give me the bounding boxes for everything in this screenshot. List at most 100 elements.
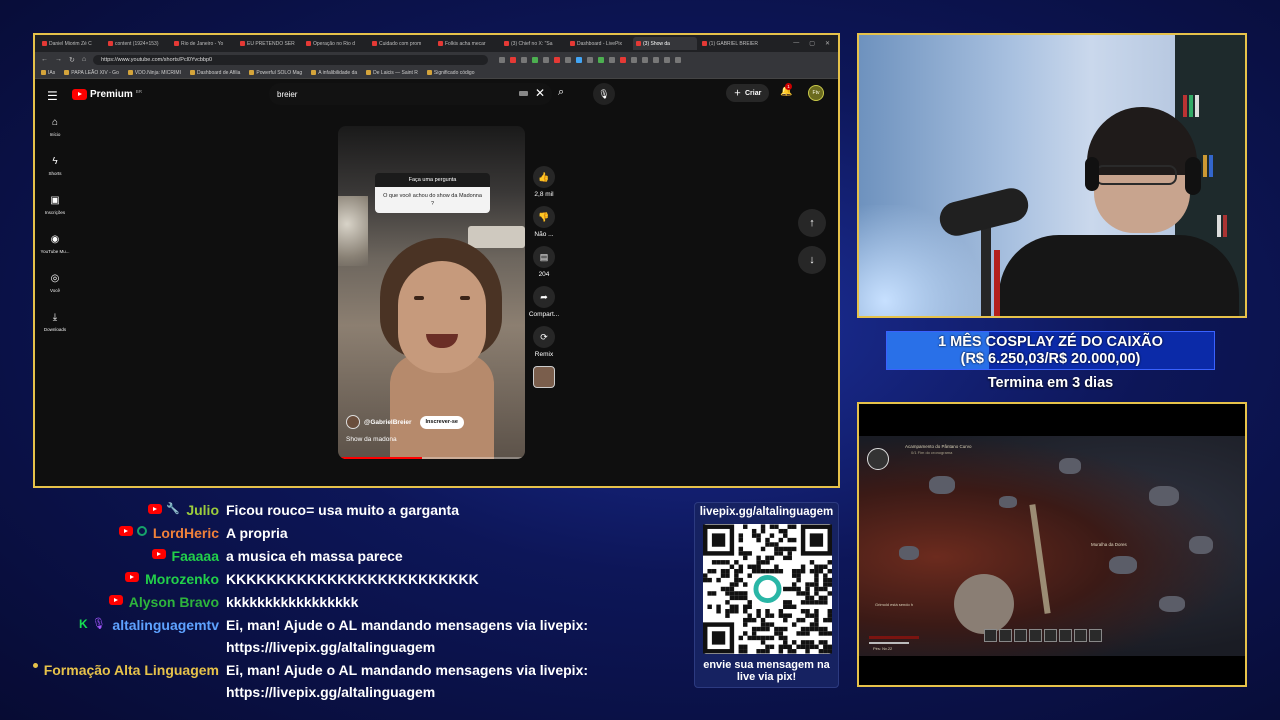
search-input[interactable]: breier ✕ xyxy=(269,83,552,105)
short-action[interactable]: ➦ Compart... xyxy=(527,286,561,318)
browser-tab[interactable]: (3) Chief no X: "Sa xyxy=(501,37,565,50)
account-avatar[interactable]: Ftv xyxy=(808,85,824,101)
question-body: O que você achou do show da Madonna ? xyxy=(375,187,490,213)
share-icon[interactable]: ➦ xyxy=(533,286,555,308)
keyboard-icon[interactable] xyxy=(519,91,528,96)
notifications-icon[interactable]: 🔔 1 xyxy=(780,83,792,97)
hamburger-menu-icon[interactable]: ☰ xyxy=(47,89,58,103)
bookmark-item[interactable]: De Laicis — Saint R xyxy=(366,70,418,76)
extension-icon[interactable] xyxy=(587,56,594,63)
browser-tab[interactable]: content (1924×153) xyxy=(105,37,169,50)
extension-icon[interactable] xyxy=(653,56,660,63)
short-action[interactable]: 👍 2,8 mil xyxy=(527,166,561,198)
bookmark-item[interactable]: A infalibilidade da xyxy=(311,70,357,76)
extension-icon[interactable] xyxy=(554,56,561,63)
extension-icon[interactable] xyxy=(609,56,616,63)
bookmark-item[interactable]: IAs xyxy=(41,70,55,76)
mic-badge-icon: 🎙 xyxy=(91,618,106,630)
bookmark-item[interactable]: PAPA LEÃO XIV - Go xyxy=(64,70,119,76)
clear-search-icon[interactable]: ✕ xyxy=(535,86,545,100)
sound-thumbnail[interactable] xyxy=(533,366,555,388)
bot-badge-icon xyxy=(33,663,38,668)
video-caption[interactable]: Show da madona xyxy=(346,436,397,443)
extension-icon[interactable] xyxy=(543,56,550,63)
browser-tab[interactable]: Daniel Miorim Zé C xyxy=(39,37,103,50)
bookmark-item[interactable]: Significado código xyxy=(426,70,474,76)
browser-tab[interactable]: (1) GABRIEL BREIER xyxy=(699,37,763,50)
subscribe-button[interactable]: Inscrever-se xyxy=(419,415,464,429)
browser-tab[interactable]: Folkis acha mecar xyxy=(435,37,499,50)
channel-avatar[interactable] xyxy=(346,415,360,429)
create-label: Criar xyxy=(745,89,762,97)
channel-name[interactable]: @GabrielBreier xyxy=(364,419,412,426)
browser-tab[interactable]: Rio de Janeiro - Yo xyxy=(171,37,235,50)
short-action[interactable]: ▤ 204 xyxy=(527,246,561,278)
sidenav-item[interactable]: ⌂ Início xyxy=(35,113,75,152)
extension-icon[interactable] xyxy=(510,56,517,63)
dislike-icon[interactable]: 👎 xyxy=(533,206,555,228)
forward-icon[interactable]: → xyxy=(55,56,62,63)
bookmark-icon xyxy=(249,70,255,75)
next-short-arrow-icon[interactable]: ↓ xyxy=(798,246,826,274)
tab-favicon-icon xyxy=(438,41,443,46)
sidenav-item[interactable]: ◎ Você xyxy=(35,269,75,308)
extension-icon[interactable] xyxy=(642,56,649,63)
tab-favicon-icon xyxy=(504,41,509,46)
remix-icon[interactable]: ⟳ xyxy=(533,326,555,348)
logo-text: Premium xyxy=(90,89,133,100)
like-icon[interactable]: 👍 xyxy=(533,166,555,188)
browser-tab[interactable]: Dashboard - LivePix xyxy=(567,37,631,50)
sidenav-item[interactable]: ⤓ Downloads xyxy=(35,308,75,347)
extension-icon[interactable] xyxy=(565,56,572,63)
shorts-icon: ϟ xyxy=(52,156,58,167)
short-action[interactable]: ⟳ Remix xyxy=(527,326,561,358)
subscriptions-icon: ▣ xyxy=(50,195,60,206)
tab-favicon-icon xyxy=(702,41,707,46)
close-icon[interactable]: ✕ xyxy=(825,40,830,47)
back-icon[interactable]: ← xyxy=(41,56,48,63)
tab-favicon-icon xyxy=(108,41,113,46)
extension-icon[interactable] xyxy=(620,56,627,63)
chat-badges xyxy=(119,526,147,536)
extension-icon[interactable] xyxy=(664,56,671,63)
sidenav-item[interactable]: ϟ Shorts xyxy=(35,152,75,191)
youtube-music-icon: ◉ xyxy=(50,234,60,245)
bookmark-item[interactable]: VDO.Ninja: MICRIMI xyxy=(127,70,181,76)
comment-icon[interactable]: ▤ xyxy=(533,246,555,268)
search-icon[interactable]: ⌕ xyxy=(558,86,564,99)
browser-tab[interactable]: EU PRETENDO SER xyxy=(237,37,301,50)
hotbar-slot xyxy=(999,629,1012,642)
short-action[interactable]: 👎 Não ... xyxy=(527,206,561,238)
mic-arm xyxy=(981,225,991,316)
extension-icon[interactable] xyxy=(521,56,528,63)
extension-icon[interactable] xyxy=(598,56,605,63)
video-progress-bar[interactable] xyxy=(338,457,525,459)
voice-search-icon[interactable]: 🎙 xyxy=(593,83,615,105)
bookmark-item[interactable]: Dashboard de Afilia xyxy=(189,70,240,76)
extension-icon[interactable] xyxy=(576,56,583,63)
tab-bar: Daniel Miorim Zé C content (1924×153) Rio … xyxy=(35,35,838,52)
maximize-icon[interactable]: ▢ xyxy=(809,40,815,47)
chat-badges xyxy=(152,549,166,559)
tab-favicon-icon xyxy=(636,41,641,46)
extension-icon[interactable] xyxy=(631,56,638,63)
browser-tab[interactable]: Cuidado com prom xyxy=(369,37,433,50)
sidenav-item[interactable]: ▣ Inscrições xyxy=(35,191,75,230)
tab-favicon-icon xyxy=(570,41,575,46)
browser-tab[interactable]: (3) Show da xyxy=(633,37,697,50)
sidenav-item[interactable]: ◉ YouTube Mu... xyxy=(35,230,75,269)
bookmark-item[interactable]: Powerful SOLO Mag xyxy=(249,70,302,76)
create-button[interactable]: ＋ Criar xyxy=(726,84,770,102)
home-nav-icon[interactable]: ⌂ xyxy=(82,56,86,63)
livepix-qr-panel: livepix.gg/altalinguagem envie sua mensa… xyxy=(694,502,839,688)
short-video-player[interactable]: Faça uma pergunta O que você achou do sh… xyxy=(338,126,525,459)
url-input[interactable]: https://www.youtube.com/shorts/Pcl0Yvcbb… xyxy=(93,54,489,65)
minimize-icon[interactable]: — xyxy=(793,40,799,47)
browser-tab[interactable]: Operação no Rio d xyxy=(303,37,367,50)
youtube-logo[interactable]: Premium BR xyxy=(72,89,142,100)
reload-icon[interactable]: ↻ xyxy=(69,56,75,64)
extension-icon[interactable] xyxy=(532,56,539,63)
extension-icon[interactable] xyxy=(499,56,506,63)
previous-short-arrow-icon[interactable]: ↑ xyxy=(798,209,826,237)
menu-kebab-icon[interactable] xyxy=(675,56,682,63)
